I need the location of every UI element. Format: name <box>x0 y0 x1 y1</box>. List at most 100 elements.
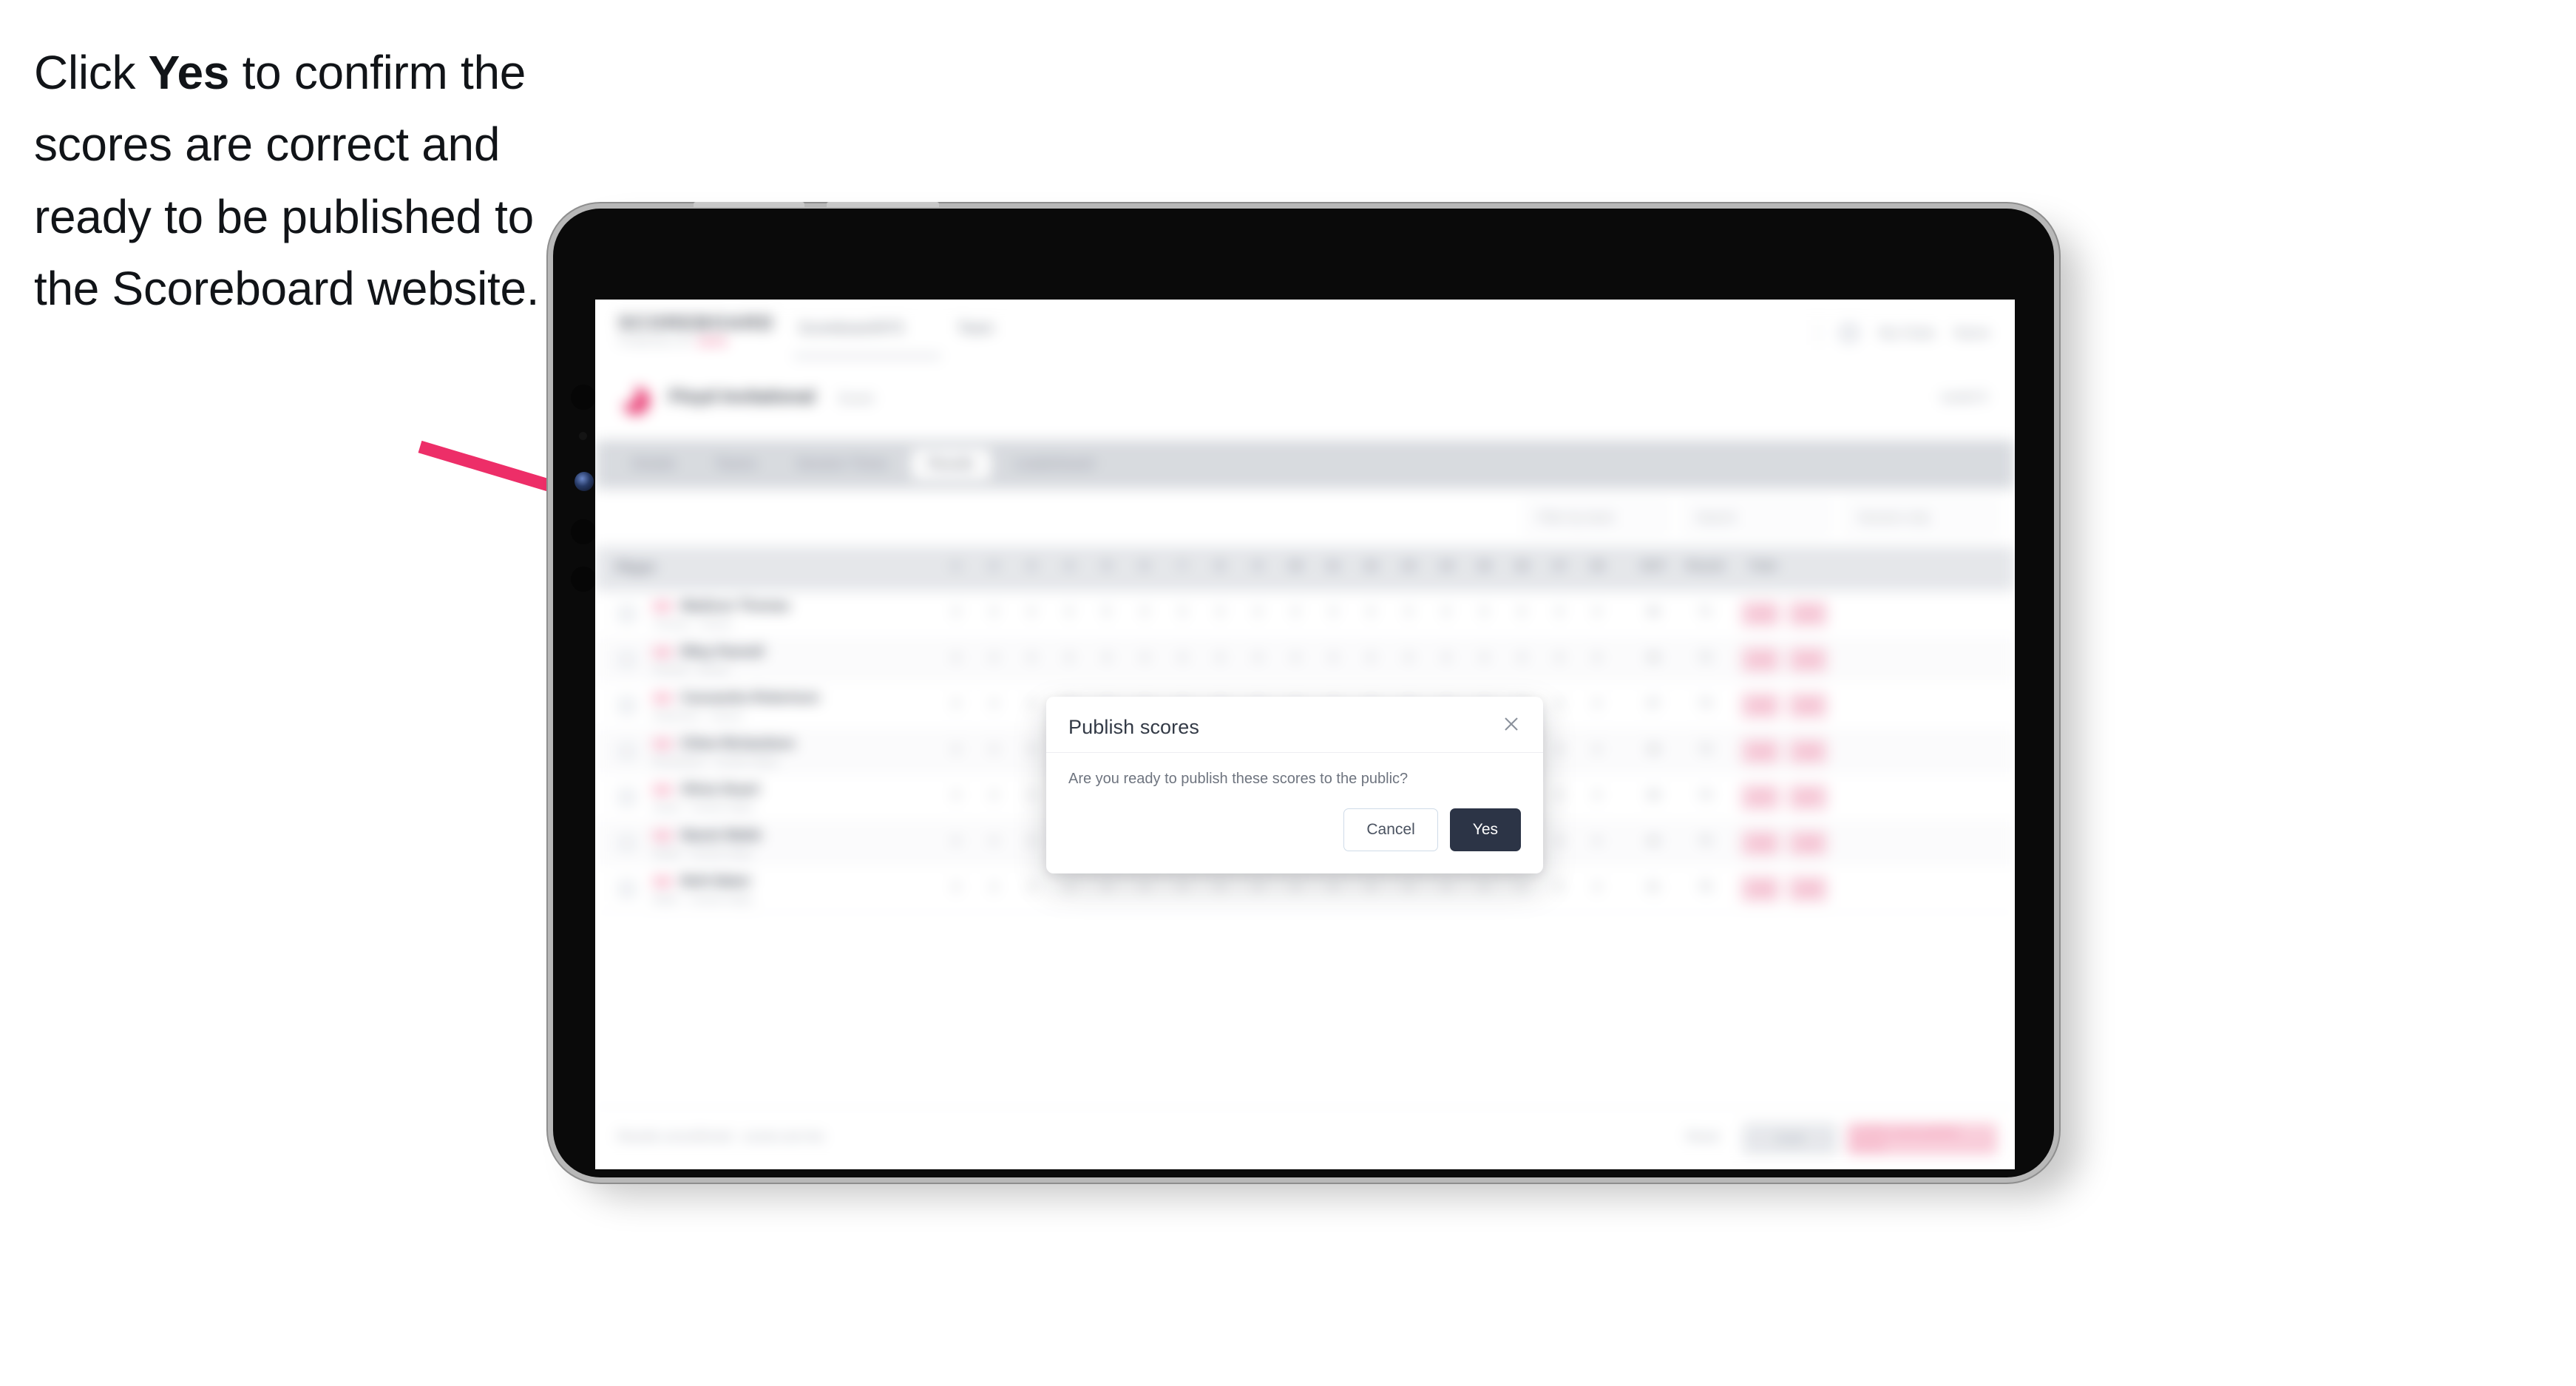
row-select-checkbox[interactable] <box>617 788 637 807</box>
score-cell[interactable]: 4 <box>1282 881 1309 894</box>
tab-teams[interactable]: Teams <box>699 449 773 480</box>
tab-results[interactable]: Results <box>911 449 991 480</box>
score-cell[interactable]: 4 <box>1508 881 1535 894</box>
score-cell[interactable]: 5 <box>1094 606 1120 619</box>
score-cell[interactable]: 4 <box>1358 881 1384 894</box>
publish-scores-button[interactable]: Confirm and publish scores <box>1848 1123 1997 1155</box>
score-cell[interactable]: 4 <box>980 881 1007 894</box>
score-cell[interactable]: 4 <box>1471 652 1497 665</box>
row-select-checkbox[interactable] <box>617 650 637 669</box>
score-cell[interactable]: 4 <box>1282 606 1309 619</box>
score-cell[interactable]: 4 <box>1546 697 1573 711</box>
row-select-checkbox[interactable] <box>617 604 637 623</box>
app-logo[interactable]: SCOREBOARD POWERED BY SEEN <box>619 313 775 347</box>
row-select-checkbox[interactable] <box>617 742 637 761</box>
score-cell[interactable]: 4 <box>1320 606 1346 619</box>
score-cell[interactable]: 4 <box>1207 606 1233 619</box>
nav-item-scoreboard[interactable]: Scoreboard/975 <box>799 320 904 337</box>
score-cell[interactable]: 4 <box>980 697 1007 711</box>
score-cell[interactable]: 4 <box>1546 881 1573 894</box>
footer-reset-link[interactable]: Reset <box>1687 1129 1719 1144</box>
score-cell[interactable]: 4 <box>1584 743 1610 757</box>
confirm-yes-button[interactable]: Yes <box>1449 808 1521 851</box>
score-cell[interactable]: 4 <box>1018 835 1045 848</box>
score-cell[interactable]: 4 <box>943 743 969 757</box>
score-cell[interactable]: 4 <box>943 606 969 619</box>
save-draft-button[interactable]: Draft <box>1743 1123 1837 1155</box>
score-cell[interactable]: 4 <box>1018 881 1045 894</box>
score-cell[interactable]: 4 <box>980 606 1007 619</box>
session-select[interactable]: Session only <box>1845 501 1997 534</box>
nav-item-team[interactable]: Team <box>957 320 994 337</box>
score-cell[interactable]: 4 <box>1546 789 1573 802</box>
score-cell[interactable]: 4 <box>943 652 969 665</box>
score-cell[interactable]: 4 <box>1056 881 1082 894</box>
search-input[interactable]: Search <box>1684 501 1828 534</box>
score-cell[interactable]: 3 <box>1169 606 1196 619</box>
score-cell[interactable]: 4 <box>1433 606 1460 619</box>
score-cell[interactable]: 4 <box>980 789 1007 802</box>
score-cell[interactable]: 4 <box>1018 789 1045 802</box>
header-user-name[interactable]: Name <box>1954 325 1990 341</box>
cancel-button[interactable]: Cancel <box>1343 808 1438 851</box>
score-cell[interactable]: 4 <box>1508 652 1535 665</box>
row-select-checkbox[interactable] <box>617 834 637 853</box>
score-cell[interactable]: 4 <box>1282 652 1309 665</box>
score-cell[interactable]: 4 <box>1358 652 1384 665</box>
score-cell[interactable]: 4 <box>1584 789 1610 802</box>
score-cell[interactable]: 4 <box>1546 743 1573 757</box>
score-cell[interactable]: 4 <box>1584 606 1610 619</box>
score-cell[interactable]: 4 <box>1018 652 1045 665</box>
score-cell[interactable]: 4 <box>1320 881 1346 894</box>
score-cell[interactable]: 4 <box>1546 652 1573 665</box>
score-cell[interactable]: 4 <box>943 789 969 802</box>
score-cell[interactable]: 4 <box>1244 881 1271 894</box>
score-cell[interactable]: 4 <box>1471 606 1497 619</box>
row-select-checkbox[interactable] <box>617 879 637 899</box>
score-cell[interactable]: 4 <box>1244 652 1271 665</box>
score-cell[interactable]: 4 <box>943 881 969 894</box>
score-cell[interactable]: 4 <box>1094 652 1120 665</box>
header-my-clubs[interactable]: My Clubs <box>1880 325 1935 341</box>
score-cell[interactable]: 4 <box>1056 652 1082 665</box>
score-cell[interactable]: 3 <box>1395 606 1422 619</box>
score-cell[interactable]: 4 <box>1584 697 1610 711</box>
score-cell[interactable]: 4 <box>1018 697 1045 711</box>
score-cell[interactable]: 4 <box>1584 652 1610 665</box>
score-cell[interactable]: 4 <box>980 743 1007 757</box>
score-cell[interactable]: 4 <box>1320 652 1346 665</box>
score-cell[interactable]: 4 <box>1018 743 1045 757</box>
score-cell[interactable]: 4 <box>943 697 969 711</box>
score-cell[interactable]: 4 <box>1207 652 1233 665</box>
score-cell[interactable]: 4 <box>1358 606 1384 619</box>
table-row[interactable]: Madison Thomas Thomas · School 4 4 4 4 5 4 3 4 4 4 4… <box>595 591 2015 638</box>
score-cell[interactable]: 4 <box>1131 881 1158 894</box>
score-cell[interactable]: 4 <box>1584 881 1610 894</box>
score-cell[interactable]: 4 <box>943 835 969 848</box>
score-cell[interactable]: 4 <box>1584 835 1610 848</box>
row-select-checkbox[interactable] <box>617 696 637 715</box>
score-cell[interactable]: 4 <box>1018 606 1045 619</box>
score-cell[interactable]: 4 <box>1508 606 1535 619</box>
score-cell[interactable]: 4 <box>1094 881 1120 894</box>
score-cell[interactable]: 4 <box>1131 606 1158 619</box>
filter-by-team-select[interactable]: Filter by team <box>1525 501 1667 534</box>
avatar[interactable] <box>1837 322 1860 344</box>
score-cell[interactable]: 4 <box>1056 606 1082 619</box>
table-row[interactable]: Riley Pannell Pannell · School 4 4 4 4 4 4 4 4 4 4 4… <box>595 637 2015 683</box>
score-cell[interactable]: 4 <box>1244 606 1271 619</box>
close-icon[interactable] <box>1499 711 1524 737</box>
score-cell[interactable]: 4 <box>1546 835 1573 848</box>
score-cell[interactable]: 4 <box>1471 881 1497 894</box>
score-cell[interactable]: 5 <box>1207 881 1233 894</box>
tab-leaderboard[interactable]: Leaderboard <box>998 449 1111 480</box>
score-cell[interactable]: 4 <box>1395 881 1422 894</box>
score-cell[interactable]: 4 <box>1433 881 1460 894</box>
score-cell[interactable]: 4 <box>1169 881 1196 894</box>
score-cell[interactable]: 4 <box>1395 652 1422 665</box>
tab-details[interactable]: Details <box>616 449 691 480</box>
tab-session-times[interactable]: Session Times <box>780 449 904 480</box>
score-cell[interactable]: 4 <box>1546 606 1573 619</box>
score-cell[interactable]: 4 <box>1131 652 1158 665</box>
score-cell[interactable]: 4 <box>980 652 1007 665</box>
